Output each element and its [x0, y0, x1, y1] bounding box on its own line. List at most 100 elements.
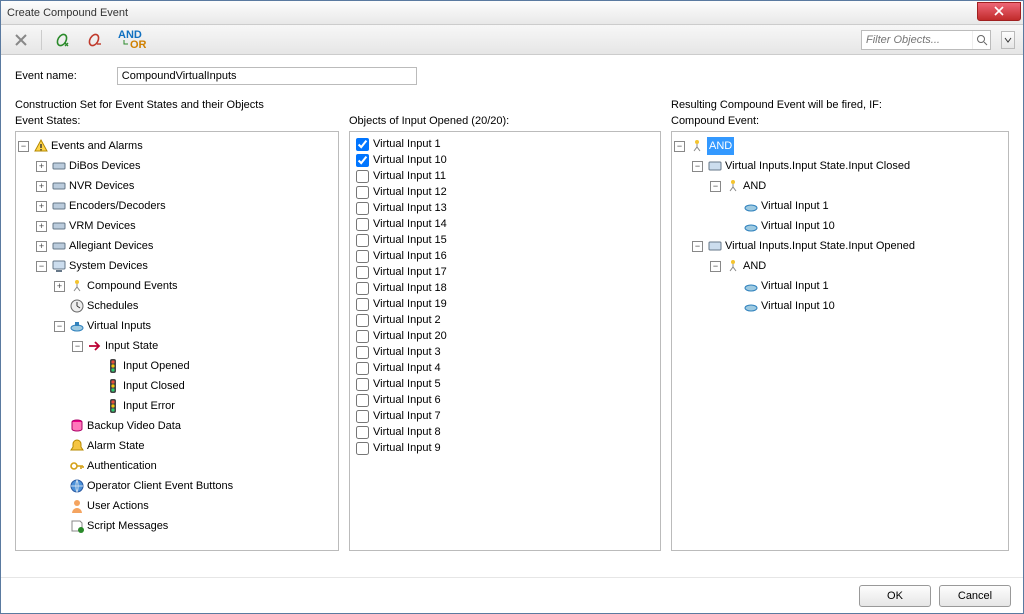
expand-toggle[interactable]: + — [36, 201, 47, 212]
tree-row-compound[interactable]: +Compound Events — [54, 276, 336, 296]
tree-row-vi1[interactable]: Virtual Input 1 — [728, 196, 1006, 216]
tree-row-operator-client[interactable]: Operator Client Event Buttons — [54, 476, 336, 496]
tree-row-vi10b[interactable]: Virtual Input 10 — [728, 296, 1006, 316]
collapse-toggle[interactable]: − — [674, 141, 685, 152]
tree-row-auth[interactable]: Authentication — [54, 456, 336, 476]
collapse-toggle[interactable]: − — [692, 161, 703, 172]
list-item[interactable]: Virtual Input 5 — [352, 376, 658, 392]
object-checkbox[interactable] — [356, 442, 369, 455]
list-item[interactable]: Virtual Input 3 — [352, 344, 658, 360]
tree-row-input-state[interactable]: −Input State — [72, 336, 336, 356]
ok-button[interactable]: OK — [859, 585, 931, 607]
close-button[interactable] — [977, 2, 1021, 21]
tree-row-closed-state[interactable]: −Virtual Inputs.Input State.Input Closed — [692, 156, 1006, 176]
object-checkbox[interactable] — [356, 298, 369, 311]
object-checkbox[interactable] — [356, 346, 369, 359]
collapse-toggle[interactable]: − — [18, 141, 29, 152]
list-item[interactable]: Virtual Input 12 — [352, 184, 658, 200]
tree-row-opened-state[interactable]: −Virtual Inputs.Input State.Input Opened — [692, 236, 1006, 256]
tree-row-encoders[interactable]: +Encoders/Decoders — [36, 196, 336, 216]
tree-row-input-opened[interactable]: Input Opened — [90, 356, 336, 376]
object-checkbox[interactable] — [356, 426, 369, 439]
add-green-button[interactable] — [50, 28, 74, 52]
object-checkbox[interactable] — [356, 234, 369, 247]
tree-row-root-and[interactable]: −AND — [674, 136, 1006, 156]
list-item[interactable]: Virtual Input 16 — [352, 248, 658, 264]
collapse-toggle[interactable]: − — [710, 181, 721, 192]
collapse-toggle[interactable]: − — [36, 261, 47, 272]
tree-row-and-1[interactable]: −AND — [710, 176, 1006, 196]
tree-row-nvr[interactable]: +NVR Devices — [36, 176, 336, 196]
object-checkbox[interactable] — [356, 314, 369, 327]
tree-row-system[interactable]: −System Devices — [36, 256, 336, 276]
tree-row-and-2[interactable]: −AND — [710, 256, 1006, 276]
cancel-button[interactable]: Cancel — [939, 585, 1011, 607]
expand-toggle[interactable]: + — [36, 241, 47, 252]
tree-row-events-alarms[interactable]: − Events and Alarms — [18, 136, 336, 156]
collapse-toggle[interactable]: − — [710, 261, 721, 272]
tree-row-script[interactable]: Script Messages — [54, 516, 336, 536]
tree-row-input-closed[interactable]: Input Closed — [90, 376, 336, 396]
list-item[interactable]: Virtual Input 2 — [352, 312, 658, 328]
delete-button[interactable] — [9, 28, 33, 52]
tree-row-allegiant[interactable]: +Allegiant Devices — [36, 236, 336, 256]
list-item[interactable]: Virtual Input 9 — [352, 440, 658, 456]
object-checkbox[interactable] — [356, 282, 369, 295]
collapse-toggle[interactable]: − — [72, 341, 83, 352]
object-checkbox[interactable] — [356, 186, 369, 199]
object-checkbox[interactable] — [356, 266, 369, 279]
tree-row-input-error[interactable]: Input Error — [90, 396, 336, 416]
list-item[interactable]: Virtual Input 15 — [352, 232, 658, 248]
object-checkbox[interactable] — [356, 138, 369, 151]
filter-objects-input[interactable] — [862, 31, 972, 49]
list-item[interactable]: Virtual Input 11 — [352, 168, 658, 184]
list-item[interactable]: Virtual Input 8 — [352, 424, 658, 440]
collapse-toggle[interactable]: − — [692, 241, 703, 252]
expand-toggle[interactable]: + — [54, 281, 65, 292]
filter-dropdown-button[interactable] — [1001, 31, 1015, 49]
tree-row-alarm[interactable]: Alarm State — [54, 436, 336, 456]
tree-row-dibos[interactable]: +DiBos Devices — [36, 156, 336, 176]
tree-row-vrm[interactable]: +VRM Devices — [36, 216, 336, 236]
object-checkbox[interactable] — [356, 410, 369, 423]
list-item[interactable]: Virtual Input 4 — [352, 360, 658, 376]
expand-toggle[interactable]: + — [36, 161, 47, 172]
object-checkbox[interactable] — [356, 362, 369, 375]
expand-toggle[interactable]: + — [36, 221, 47, 232]
and-or-toggle[interactable]: AND OR — [114, 28, 150, 52]
list-item[interactable]: Virtual Input 6 — [352, 392, 658, 408]
compound-event-panel[interactable]: −AND −Virtual Inputs.Input State.Input C… — [671, 131, 1009, 551]
list-item[interactable]: Virtual Input 1 — [352, 136, 658, 152]
tree-row-user-actions[interactable]: User Actions — [54, 496, 336, 516]
filter-search-button[interactable] — [972, 31, 990, 49]
collapse-toggle[interactable]: − — [54, 321, 65, 332]
event-name-input[interactable] — [117, 67, 417, 85]
tree-row-schedules[interactable]: Schedules — [54, 296, 336, 316]
object-checkbox[interactable] — [356, 330, 369, 343]
list-item[interactable]: Virtual Input 20 — [352, 328, 658, 344]
add-red-button[interactable] — [82, 28, 106, 52]
object-checkbox[interactable] — [356, 202, 369, 215]
object-checkbox[interactable] — [356, 250, 369, 263]
list-item[interactable]: Virtual Input 18 — [352, 280, 658, 296]
object-checkbox[interactable] — [356, 218, 369, 231]
tree-row-vi1b[interactable]: Virtual Input 1 — [728, 276, 1006, 296]
object-checkbox[interactable] — [356, 170, 369, 183]
expand-toggle[interactable]: + — [36, 181, 47, 192]
object-checkbox[interactable] — [356, 394, 369, 407]
list-item[interactable]: Virtual Input 19 — [352, 296, 658, 312]
objects-panel[interactable]: Virtual Input 1Virtual Input 10Virtual I… — [349, 131, 661, 551]
event-states-panel[interactable]: − Events and Alarms +DiBos Devices +NVR … — [15, 131, 339, 551]
object-checkbox[interactable] — [356, 378, 369, 391]
list-item[interactable]: Virtual Input 7 — [352, 408, 658, 424]
list-item[interactable]: Virtual Input 17 — [352, 264, 658, 280]
tree-row-virtual-inputs[interactable]: −Virtual Inputs — [54, 316, 336, 336]
list-item[interactable]: Virtual Input 14 — [352, 216, 658, 232]
tree-row-backup[interactable]: Backup Video Data — [54, 416, 336, 436]
event-states-tree[interactable]: − Events and Alarms +DiBos Devices +NVR … — [18, 136, 336, 536]
tree-row-vi10[interactable]: Virtual Input 10 — [728, 216, 1006, 236]
list-item[interactable]: Virtual Input 13 — [352, 200, 658, 216]
list-item[interactable]: Virtual Input 10 — [352, 152, 658, 168]
object-checkbox[interactable] — [356, 154, 369, 167]
compound-event-tree[interactable]: −AND −Virtual Inputs.Input State.Input C… — [674, 136, 1006, 316]
